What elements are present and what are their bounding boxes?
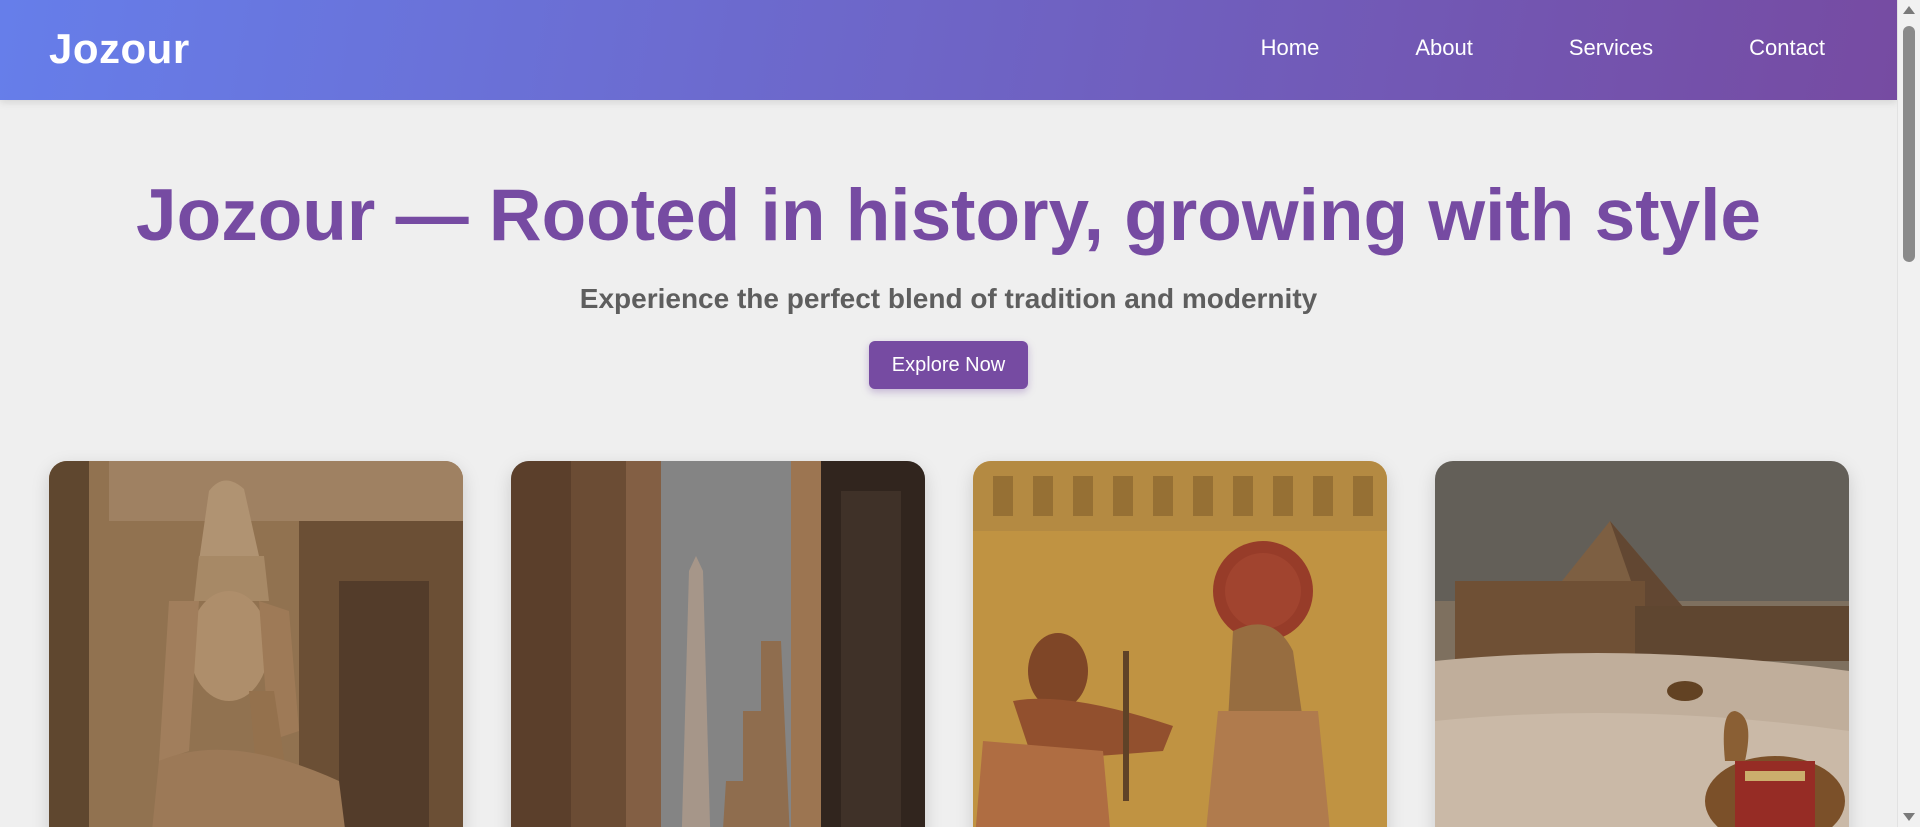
hero-title: Jozour — Rooted in history, growing with…: [136, 175, 1761, 256]
scroll-down-arrow-icon[interactable]: [1903, 813, 1915, 821]
card-temple-columns[interactable]: [511, 461, 925, 827]
scroll-up-arrow-icon[interactable]: [1903, 6, 1915, 14]
pyramid-camels-image: [1435, 461, 1849, 827]
card-egyptian-relief[interactable]: [973, 461, 1387, 827]
nav-links: Home About Services Contact: [1261, 30, 1825, 66]
nav-link-home[interactable]: Home: [1261, 30, 1320, 66]
nav-link-about[interactable]: About: [1319, 30, 1473, 66]
egyptian-relief-image: [973, 461, 1387, 827]
explore-now-button[interactable]: Explore Now: [869, 341, 1028, 389]
card-pharaoh-statue[interactable]: [49, 461, 463, 827]
scroll-thumb[interactable]: [1903, 26, 1915, 262]
gallery-cards: [49, 461, 1849, 827]
nav-link-services[interactable]: Services: [1473, 30, 1653, 66]
pharaoh-statue-image: [49, 461, 463, 827]
card-pyramid-camels[interactable]: [1435, 461, 1849, 827]
site-logo[interactable]: Jozour: [49, 24, 190, 74]
temple-columns-image: [511, 461, 925, 827]
nav-link-contact[interactable]: Contact: [1653, 30, 1825, 66]
navbar: Jozour Home About Services Contact: [0, 0, 1897, 100]
page: Jozour Home About Services Contact Jozou…: [0, 0, 1897, 827]
hero-subtitle: Experience the perfect blend of traditio…: [579, 283, 1318, 314]
page-scrollbar[interactable]: [1897, 0, 1920, 827]
